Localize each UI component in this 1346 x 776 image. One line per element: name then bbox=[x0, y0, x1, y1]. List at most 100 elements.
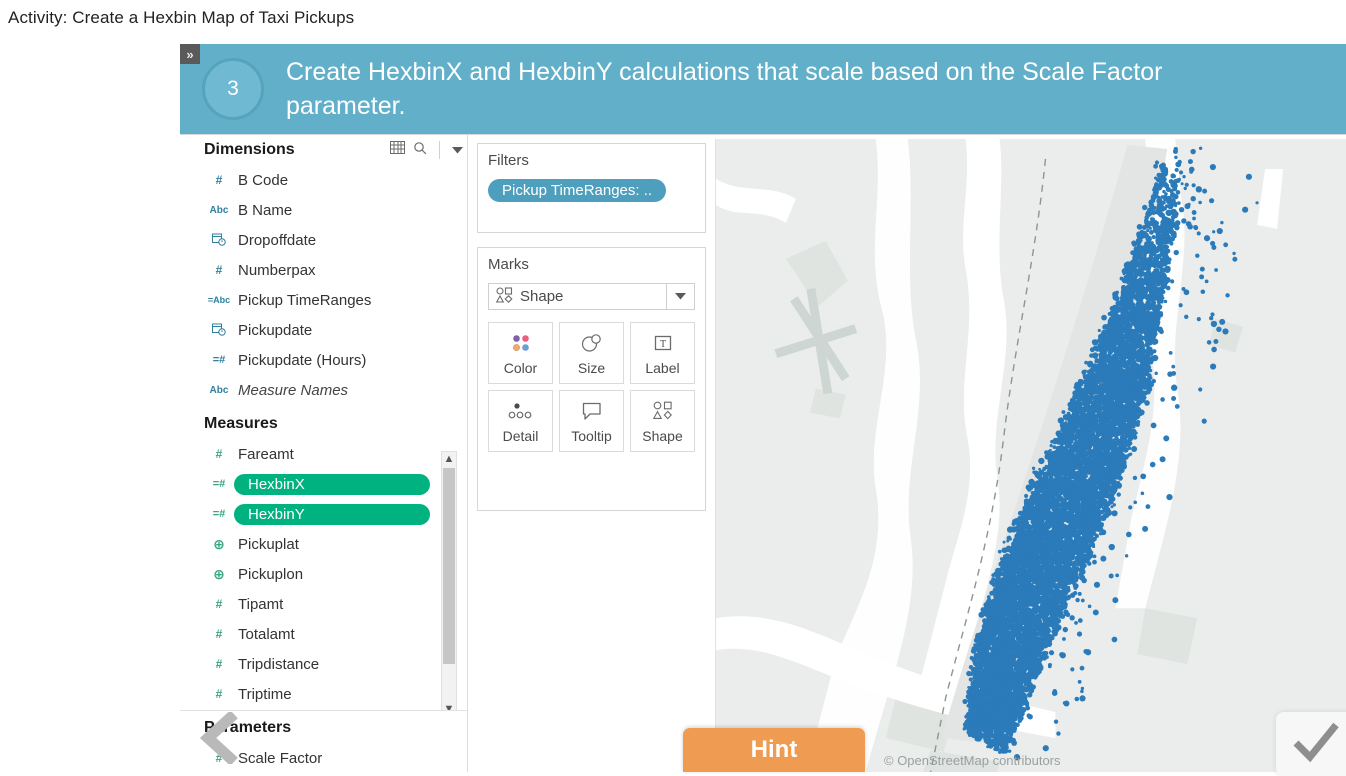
measures-title: Measures bbox=[204, 415, 463, 433]
marks-label-button[interactable]: T Label bbox=[630, 322, 695, 384]
mark-type-label: Shape bbox=[520, 288, 563, 305]
globe-icon: ⊕ bbox=[204, 536, 234, 553]
marks-shape-button[interactable]: Shape bbox=[630, 390, 695, 452]
step-number-badge: 3 bbox=[202, 58, 264, 120]
dimension-label: Dropoffdate bbox=[234, 232, 316, 249]
calculated-string-type-icon: =Abc bbox=[204, 295, 234, 305]
dimension-label: Measure Names bbox=[234, 382, 348, 399]
marks-color-button[interactable]: Color bbox=[488, 322, 553, 384]
marks-shape-label: Shape bbox=[642, 428, 682, 444]
marks-buttons-grid: Color Size T bbox=[488, 322, 695, 452]
map-view[interactable]: © OpenStreetMap contributors bbox=[715, 139, 1346, 772]
check-icon bbox=[1290, 721, 1342, 768]
dimension-label: Pickupdate (Hours) bbox=[234, 352, 366, 369]
dimension-label: Pickupdate bbox=[234, 322, 312, 339]
tooltip-bubble-icon bbox=[581, 399, 603, 423]
marks-label-label: Label bbox=[645, 360, 679, 376]
dimension-field[interactable]: Abc Measure Names bbox=[180, 375, 467, 405]
map-attribution: © OpenStreetMap contributors bbox=[884, 753, 1061, 768]
marks-size-label: Size bbox=[578, 360, 605, 376]
filter-pill-pickup-timeranges[interactable]: Pickup TimeRanges: .. bbox=[488, 179, 666, 202]
measure-label: Tipamt bbox=[234, 596, 283, 613]
dimension-field[interactable]: # Numberpax bbox=[180, 255, 467, 285]
data-pane: Dimensions bbox=[180, 135, 468, 772]
mark-type-dropdown[interactable]: Shape bbox=[488, 283, 695, 310]
measures-scrollbar[interactable]: ▲ ▼ bbox=[441, 451, 457, 717]
dimension-label: Numberpax bbox=[234, 262, 316, 279]
number-type-icon: # bbox=[204, 263, 234, 277]
previous-step-button[interactable] bbox=[190, 710, 250, 770]
measure-field[interactable]: # Triptime bbox=[180, 679, 467, 709]
marks-tooltip-label: Tooltip bbox=[571, 428, 611, 444]
search-icon[interactable] bbox=[413, 141, 427, 160]
marks-size-button[interactable]: Size bbox=[559, 322, 624, 384]
dimensions-title: Dimensions bbox=[204, 141, 390, 159]
number-type-icon: # bbox=[204, 597, 234, 611]
step-number-label: 3 bbox=[227, 77, 239, 101]
confirm-step-button[interactable] bbox=[1276, 712, 1346, 776]
marks-card: Marks Shape bbox=[477, 247, 706, 511]
measure-label: Fareamt bbox=[234, 446, 294, 463]
collapse-panel-button[interactable]: » bbox=[180, 44, 200, 64]
dimension-field[interactable]: Abc B Name bbox=[180, 195, 467, 225]
number-type-icon: # bbox=[204, 447, 234, 461]
measure-field[interactable]: ⊕ Pickuplat bbox=[180, 529, 467, 559]
measure-field[interactable]: ⊕ Pickuplon bbox=[180, 559, 467, 589]
shape-glyphs-icon bbox=[496, 287, 513, 307]
marks-detail-button[interactable]: Detail bbox=[488, 390, 553, 452]
map-canvas bbox=[716, 139, 1346, 772]
dimension-label: Pickup TimeRanges bbox=[234, 292, 371, 309]
dimensions-list: # B Code Abc B Name Dropoffdate bbox=[180, 165, 467, 405]
measure-field[interactable]: # Totalamt bbox=[180, 619, 467, 649]
chevron-double-right-icon: » bbox=[186, 48, 193, 61]
measure-label: Totalamt bbox=[234, 626, 295, 643]
marks-detail-label: Detail bbox=[503, 428, 539, 444]
hint-button[interactable]: Hint bbox=[683, 728, 865, 772]
calculated-number-type-icon: =# bbox=[204, 478, 234, 490]
chevron-down-icon[interactable] bbox=[666, 284, 694, 309]
measure-label: HexbinX bbox=[234, 474, 430, 495]
header-divider bbox=[439, 141, 440, 159]
measure-label: HexbinY bbox=[234, 504, 430, 525]
measures-list: # Fareamt =# HexbinX =# HexbinY ⊕ Pickup… bbox=[180, 439, 467, 709]
globe-icon: ⊕ bbox=[204, 566, 234, 583]
dimension-field[interactable]: Dropoffdate bbox=[180, 225, 467, 255]
marks-color-label: Color bbox=[504, 360, 537, 376]
number-type-icon: # bbox=[204, 627, 234, 641]
shape-glyphs-icon bbox=[653, 399, 673, 423]
calculated-number-type-icon: =# bbox=[204, 354, 234, 366]
instruction-text: Create HexbinX and HexbinY calculations … bbox=[286, 55, 1186, 124]
color-dots-icon bbox=[510, 331, 532, 355]
measures-header: Measures bbox=[180, 409, 467, 439]
measure-label: Pickuplat bbox=[234, 536, 299, 553]
page-title: Activity: Create a Hexbin Map of Taxi Pi… bbox=[8, 8, 354, 28]
date-type-icon bbox=[204, 232, 234, 249]
measure-field[interactable]: # Tripdistance bbox=[180, 649, 467, 679]
dimension-field[interactable]: # B Code bbox=[180, 165, 467, 195]
dimension-label: B Name bbox=[234, 202, 292, 219]
measure-label: Pickuplon bbox=[234, 566, 303, 583]
filters-card: Filters Pickup TimeRanges: .. bbox=[477, 143, 706, 233]
filters-title: Filters bbox=[488, 152, 695, 169]
measure-field-hexbiny[interactable]: =# HexbinY bbox=[180, 499, 467, 529]
chevron-down-icon[interactable] bbox=[452, 141, 463, 159]
grid-icon[interactable] bbox=[390, 141, 405, 159]
instruction-banner: 3 Create HexbinX and HexbinY calculation… bbox=[180, 44, 1346, 134]
dimensions-header: Dimensions bbox=[180, 135, 467, 165]
dimension-label: B Code bbox=[234, 172, 288, 189]
scrollbar-thumb[interactable] bbox=[443, 468, 455, 664]
dimension-field[interactable]: =Abc Pickup TimeRanges bbox=[180, 285, 467, 315]
chevron-left-icon bbox=[198, 712, 242, 769]
marks-tooltip-button[interactable]: Tooltip bbox=[559, 390, 624, 452]
string-type-icon: Abc bbox=[204, 385, 234, 396]
number-type-icon: # bbox=[204, 657, 234, 671]
dimension-field[interactable]: =# Pickupdate (Hours) bbox=[180, 345, 467, 375]
measure-field-hexbinx[interactable]: =# HexbinX bbox=[180, 469, 467, 499]
measure-field[interactable]: # Tipamt bbox=[180, 589, 467, 619]
dimension-field[interactable]: Pickupdate bbox=[180, 315, 467, 345]
date-type-icon bbox=[204, 322, 234, 339]
measure-field[interactable]: # Fareamt bbox=[180, 439, 467, 469]
shelves-column: Filters Pickup TimeRanges: .. Marks Shap… bbox=[469, 135, 714, 772]
scroll-up-icon[interactable]: ▲ bbox=[444, 452, 455, 466]
svg-text:T: T bbox=[659, 339, 665, 350]
